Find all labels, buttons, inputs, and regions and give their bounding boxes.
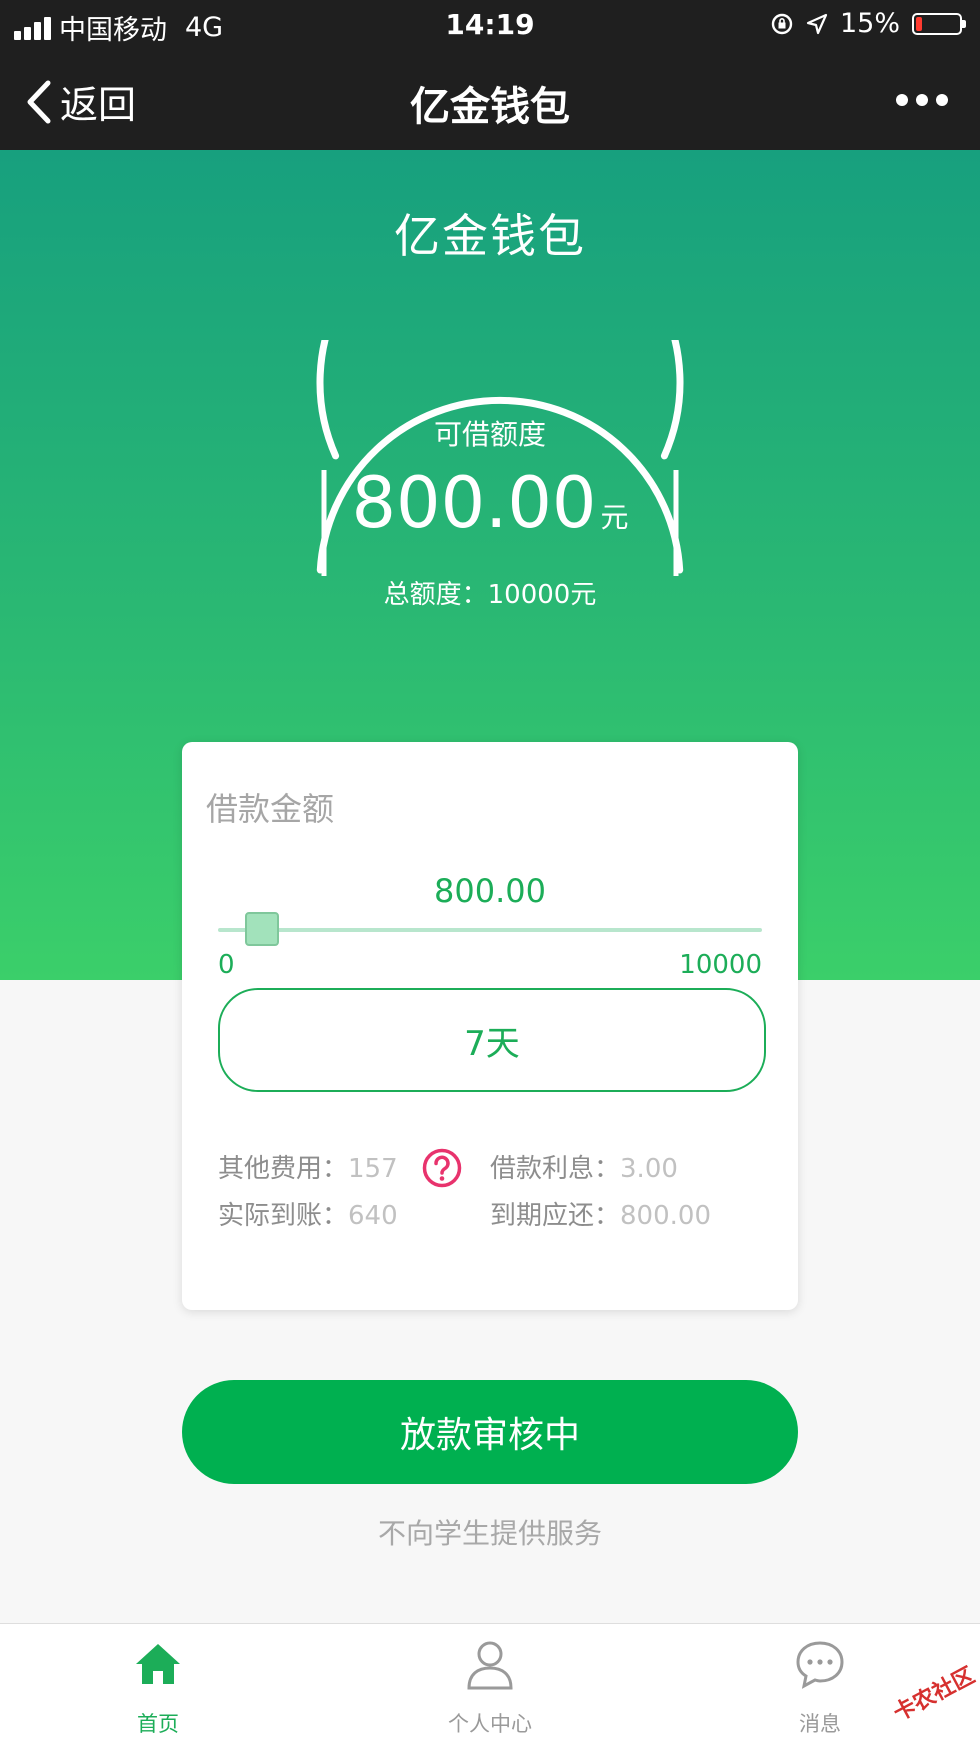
- tab-home-label: 首页: [137, 1712, 179, 1736]
- tab-home[interactable]: 首页: [58, 1638, 258, 1738]
- interest-row: 借款利息：3.00: [490, 1148, 678, 1185]
- due-label: 到期应还：: [490, 1201, 621, 1231]
- location-icon: [806, 13, 828, 34]
- tab-messages-label: 消息: [799, 1712, 841, 1736]
- credit-label: 可借额度: [433, 418, 546, 451]
- interest-label: 借款利息：: [490, 1154, 621, 1184]
- battery-level: [916, 16, 922, 31]
- interest-value: 3.00: [620, 1154, 678, 1184]
- app-screen: 中国移动 4G 14:19 15% 返回 亿金钱包 亿金钱包 可借额度 800.…: [0, 0, 980, 1743]
- tab-profile-label: 个人中心: [448, 1712, 532, 1736]
- due-value: 800.00: [620, 1201, 711, 1231]
- person-icon: [467, 1641, 513, 1690]
- other-fee-value: 157: [348, 1154, 398, 1184]
- slider-max-label: 10000: [679, 950, 762, 980]
- credit-amount: 800.00 元: [0, 462, 980, 544]
- nav-title: 亿金钱包: [410, 84, 570, 130]
- status-bar: 中国移动 4G 14:19 15%: [0, 0, 980, 50]
- rotation-lock-icon: [771, 13, 793, 34]
- battery-percent: 15%: [839, 8, 900, 39]
- student-disclaimer: 不向学生提供服务: [377, 1517, 602, 1550]
- hero-title: 亿金钱包: [394, 209, 586, 263]
- other-fee-row: 其他费用：157: [218, 1148, 398, 1185]
- tab-messages[interactable]: 消息: [720, 1638, 920, 1738]
- received-row: 实际到账：640: [218, 1195, 398, 1232]
- loan-amount-value: 800.00: [434, 872, 546, 910]
- total-credit: 总额度：10000元: [383, 580, 597, 610]
- message-icon: [796, 1641, 844, 1689]
- credit-amount-unit: 元: [600, 501, 629, 534]
- loan-card: 借款金额 800.00 0 10000 7天 其他费用：157 借款利息：3.0…: [182, 742, 798, 1310]
- tab-bar: 首页 个人中心 消息: [0, 1623, 980, 1743]
- status-right: 15%: [770, 8, 966, 39]
- more-icon[interactable]: [894, 82, 950, 118]
- loan-term-selector[interactable]: 7天: [218, 988, 766, 1092]
- loan-status-button[interactable]: 放款审核中: [182, 1380, 798, 1484]
- home-icon: [136, 1644, 180, 1684]
- nav-bar: 返回 亿金钱包: [0, 50, 980, 150]
- other-fee-label: 其他费用：: [218, 1154, 349, 1184]
- loan-amount-slider[interactable]: [218, 912, 762, 946]
- slider-handle[interactable]: [244, 912, 279, 946]
- loan-amount-heading: 借款金额: [206, 790, 335, 828]
- received-label: 实际到账：: [218, 1201, 349, 1231]
- received-value: 640: [348, 1201, 398, 1231]
- battery-icon: [912, 12, 966, 35]
- slider-min-label: 0: [218, 950, 235, 980]
- tab-profile[interactable]: 个人中心: [390, 1638, 590, 1738]
- help-icon[interactable]: [422, 1148, 462, 1188]
- credit-amount-value: 800.00: [351, 462, 597, 544]
- due-row: 到期应还：800.00: [490, 1195, 711, 1232]
